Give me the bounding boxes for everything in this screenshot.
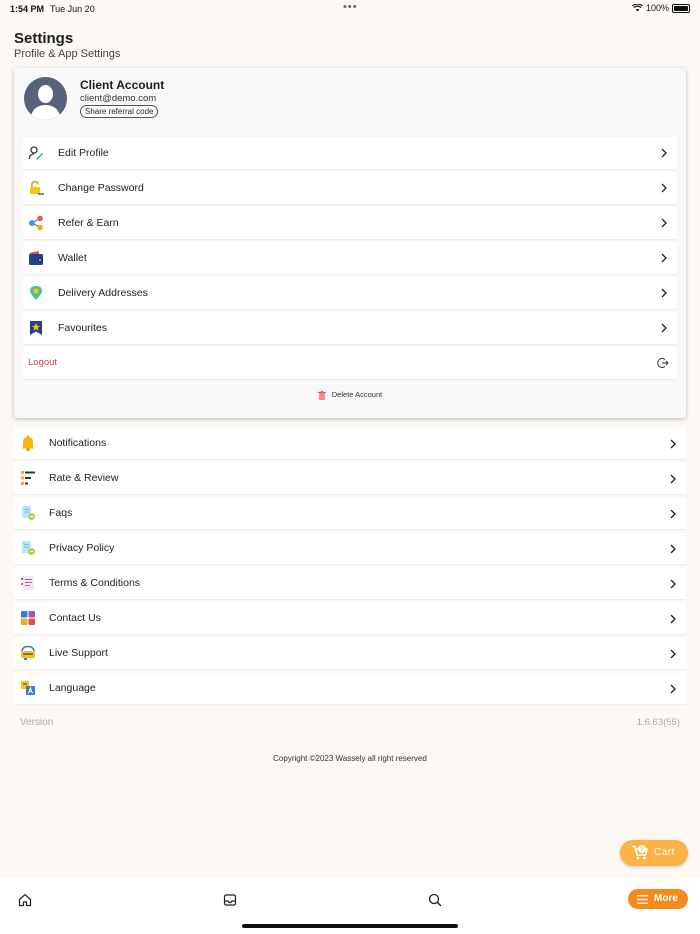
- headset-icon: [21, 645, 35, 660]
- account-email: client@demo.com: [80, 93, 157, 104]
- privacy-document-icon: [22, 541, 35, 555]
- menu-label: Favourites: [58, 322, 108, 334]
- bell-icon: [21, 435, 35, 451]
- copyright-text: Copyright ©2023 Wassely all right reserv…: [273, 754, 427, 763]
- menu-label: Faqs: [49, 507, 73, 519]
- menu-wallet[interactable]: Wallet: [23, 242, 677, 274]
- menu-label: Rate & Review: [49, 472, 119, 484]
- menu-label: Terms & Conditions: [49, 577, 141, 589]
- chevron-right-icon: [670, 614, 676, 624]
- status-right: 100%: [631, 3, 690, 13]
- delete-account-button[interactable]: Delete Account: [14, 390, 686, 400]
- menu-label: Edit Profile: [58, 147, 109, 159]
- trash-icon: [317, 390, 326, 400]
- battery-percent: 100%: [645, 3, 669, 13]
- menu-label: Privacy Policy: [49, 542, 115, 554]
- page-subtitle: Profile & App Settings: [14, 48, 121, 60]
- menu-change-password[interactable]: Change Password: [23, 172, 677, 204]
- menu-contact-us[interactable]: Contact Us: [14, 603, 686, 634]
- chevron-right-icon: [670, 509, 676, 519]
- terms-document-icon: [21, 576, 34, 590]
- cart-label: Cart: [654, 847, 675, 858]
- chevron-right-icon: [661, 218, 667, 228]
- menu-label: Contact Us: [49, 612, 101, 624]
- home-indicator[interactable]: [242, 924, 458, 928]
- menu-terms-conditions[interactable]: Terms & Conditions: [14, 568, 686, 599]
- chevron-right-icon: [670, 439, 676, 449]
- chevron-right-icon: [670, 544, 676, 554]
- menu-faqs[interactable]: Faqs: [14, 498, 686, 529]
- menu-label: Change Password: [58, 182, 144, 194]
- menu-label: Language: [49, 682, 96, 694]
- password-lock-icon: [30, 180, 44, 195]
- delete-account-label: Delete Account: [331, 390, 383, 399]
- wifi-icon: [631, 4, 643, 12]
- menu-label: Delivery Addresses: [58, 287, 148, 299]
- status-time: 1:54 PM: [10, 4, 45, 14]
- menu-edit-profile[interactable]: Edit Profile: [23, 137, 677, 169]
- menu-hamburger-icon: [637, 895, 648, 904]
- menu-label: Refer & Earn: [58, 217, 119, 229]
- chevron-right-icon: [661, 148, 667, 158]
- logout-icon: [657, 358, 669, 368]
- language-icon: [21, 681, 35, 695]
- menu-refer-earn[interactable]: Refer & Earn: [23, 207, 677, 239]
- account-card: Client Account client@demo.com Share ref…: [14, 68, 686, 418]
- rating-list-icon: [21, 471, 35, 485]
- menu-language[interactable]: Language: [14, 673, 686, 704]
- chevron-right-icon: [661, 323, 667, 333]
- home-icon[interactable]: [18, 893, 32, 907]
- multitasking-dots-icon[interactable]: •••: [343, 1, 358, 13]
- menu-label: Notifications: [49, 437, 107, 449]
- more-label: More: [654, 893, 678, 904]
- share-icon: [29, 215, 43, 231]
- menu-delivery-addresses[interactable]: Delivery Addresses: [23, 277, 677, 309]
- chevron-right-icon: [661, 253, 667, 263]
- account-menu: Edit Profile Change Password Refer & Ear…: [23, 137, 677, 382]
- chevron-right-icon: [670, 474, 676, 484]
- orders-inbox-icon[interactable]: [223, 893, 237, 907]
- menu-privacy-policy[interactable]: Privacy Policy: [14, 533, 686, 564]
- chevron-right-icon: [670, 579, 676, 589]
- contact-grid-icon: [21, 611, 35, 625]
- page-title: Settings: [14, 30, 74, 47]
- edit-profile-icon: [28, 146, 43, 160]
- menu-label: Wallet: [58, 252, 87, 264]
- more-button[interactable]: More: [628, 889, 688, 909]
- avatar[interactable]: [24, 77, 67, 120]
- menu-favourites[interactable]: Favourites: [23, 312, 677, 344]
- chevron-right-icon: [661, 183, 667, 193]
- menu-live-support[interactable]: Live Support: [14, 638, 686, 669]
- status-bar: 1:54 PM Tue Jun 20 ••• 100%: [0, 0, 700, 18]
- cart-button[interactable]: 0 Cart: [620, 840, 688, 866]
- settings-menu: Notifications Rate & Review Faqs Privacy…: [14, 428, 686, 708]
- chevron-right-icon: [661, 288, 667, 298]
- wallet-icon: [29, 251, 43, 265]
- bookmark-star-icon: [30, 321, 42, 335]
- search-icon[interactable]: [428, 893, 442, 907]
- faq-document-icon: [22, 506, 35, 520]
- bottom-nav: More: [0, 878, 700, 934]
- user-silhouette-icon: [30, 85, 61, 120]
- menu-rate-review[interactable]: Rate & Review: [14, 463, 686, 494]
- chevron-right-icon: [670, 649, 676, 659]
- chevron-right-icon: [670, 684, 676, 694]
- logout-button[interactable]: Logout: [23, 347, 677, 379]
- battery-icon: [672, 3, 690, 13]
- share-referral-button[interactable]: Share referral code: [80, 105, 159, 118]
- account-name: Client Account: [80, 78, 165, 92]
- cart-count-badge: 0: [638, 845, 646, 853]
- status-date: Tue Jun 20: [50, 4, 95, 14]
- menu-notifications[interactable]: Notifications: [14, 428, 686, 459]
- location-pin-icon: [30, 286, 42, 300]
- logout-label: Logout: [28, 357, 58, 368]
- menu-label: Live Support: [49, 647, 108, 659]
- version-value: 1.6.63(55): [636, 717, 680, 728]
- version-label: Version: [20, 717, 54, 728]
